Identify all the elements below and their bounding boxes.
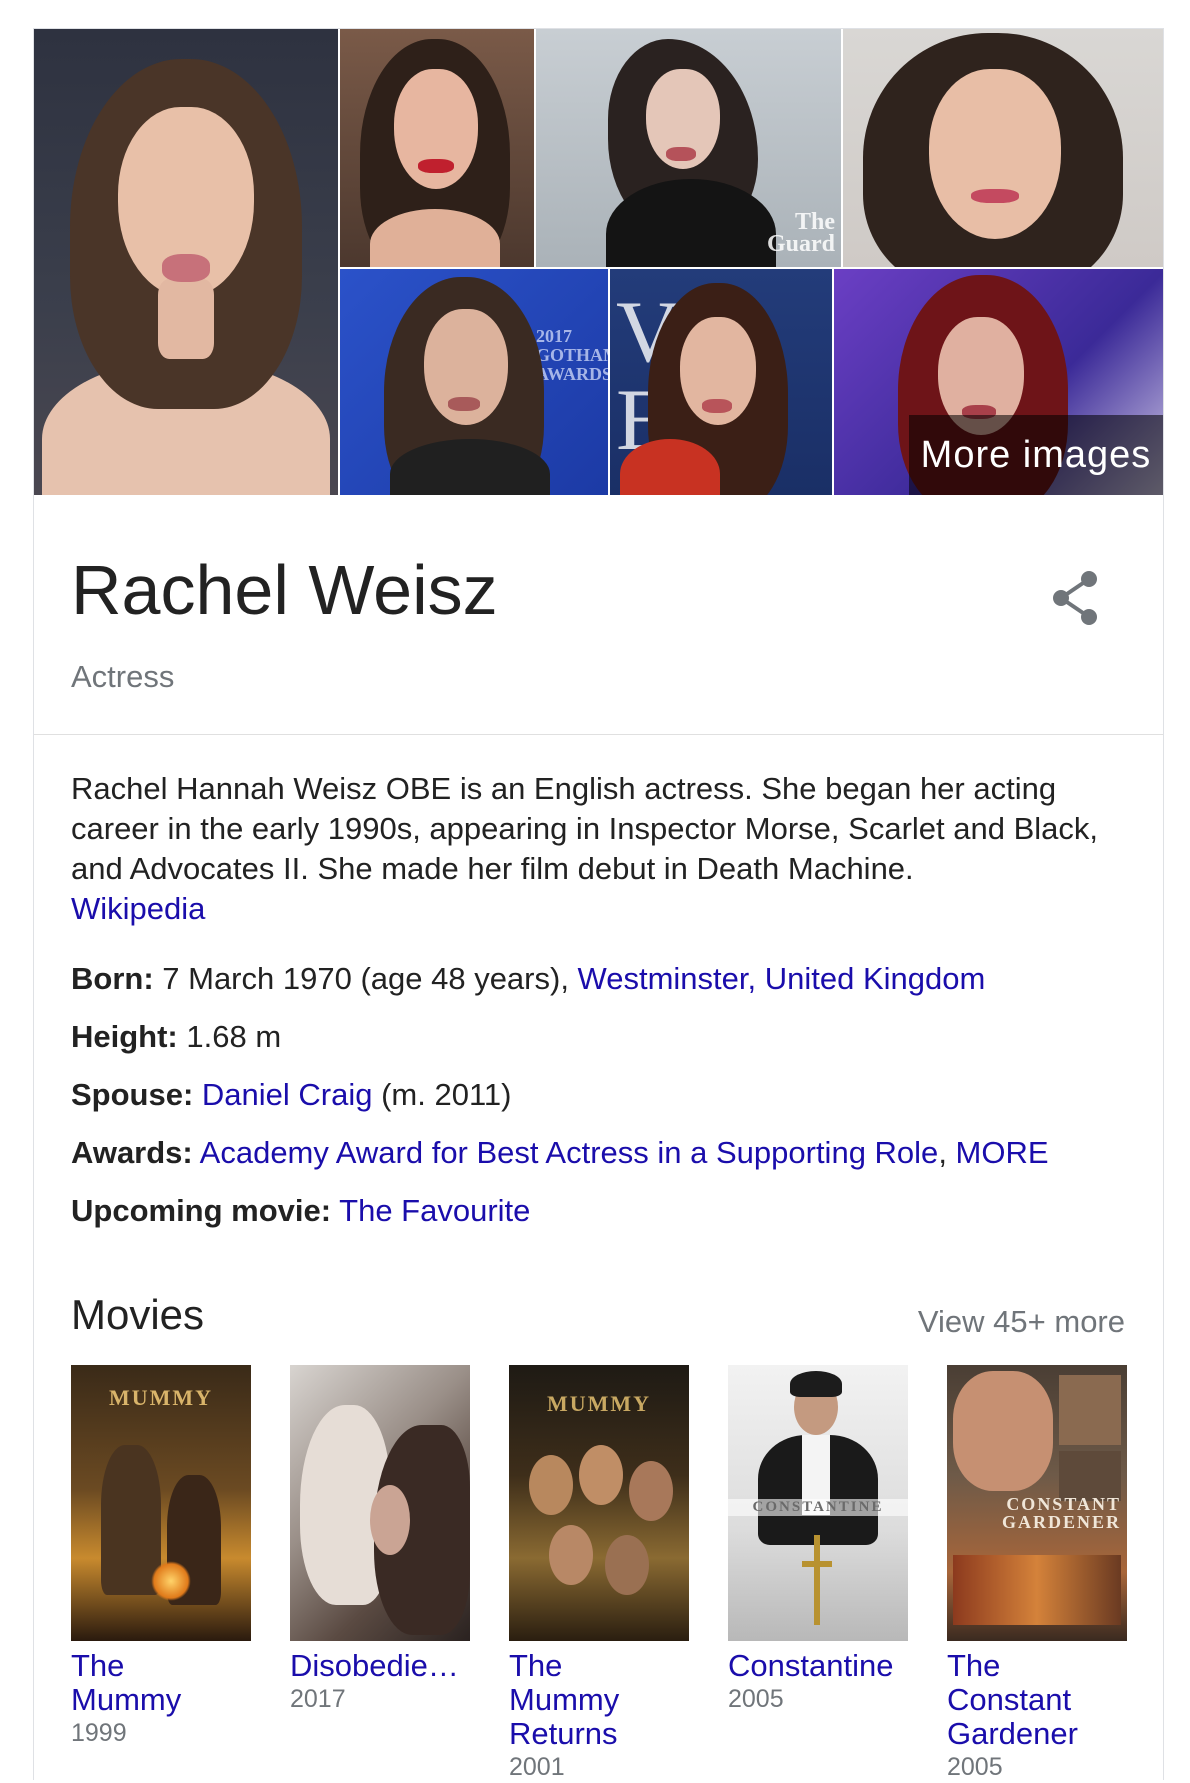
movie-title[interactable]: Constantine — [728, 1649, 908, 1683]
fact-spouse-detail: (m. 2011) — [372, 1077, 512, 1112]
fact-height-label: Height: — [71, 1019, 178, 1054]
movie-poster: CONSTANT GARDENER — [947, 1365, 1127, 1641]
share-icon — [1053, 571, 1097, 625]
award-link[interactable]: Academy Award for Best Actress in a Supp… — [200, 1135, 939, 1170]
movie-year: 2001 — [509, 1753, 565, 1781]
more-images-button[interactable]: More images — [909, 415, 1163, 495]
movie-title[interactable]: Disobedie… — [290, 1649, 470, 1683]
movie-year: 2017 — [290, 1685, 346, 1713]
movie-poster — [290, 1365, 470, 1641]
fact-born: Born: 7 March 1970 (age 48 years), Westm… — [71, 959, 1151, 1017]
movie-card[interactable]: CONSTANTINE Constantine 2005 — [728, 1365, 908, 1715]
photo-vogue-tile[interactable]: V E — [610, 269, 832, 495]
photo-smile-tile[interactable] — [843, 29, 1163, 267]
movie-poster: MUMMY — [71, 1365, 251, 1641]
fact-born-label: Born: — [71, 961, 154, 996]
spouse-link[interactable]: Daniel Craig — [202, 1077, 373, 1112]
facts-list: Born: 7 March 1970 (age 48 years), Westm… — [71, 959, 1151, 1249]
movie-year: 2005 — [728, 1685, 784, 1713]
fact-spouse: Spouse: Daniel Craig (m. 2011) — [71, 1075, 1151, 1133]
fact-height-value: 1.68 m — [177, 1019, 282, 1054]
movie-card[interactable]: Disobedie… 2017 — [290, 1365, 470, 1715]
entity-subtitle: Actress — [71, 659, 175, 694]
movie-title[interactable]: The Constant Gardener — [947, 1649, 1127, 1751]
movies-heading: Movies — [71, 1291, 205, 1338]
view-more-movies-link[interactable]: View 45+ more — [918, 1304, 1125, 1340]
movie-card[interactable]: CONSTANT GARDENER The Constant Gardener … — [947, 1365, 1127, 1783]
movie-year: 1999 — [71, 1719, 127, 1747]
entity-title: Rachel Weisz — [71, 551, 498, 629]
movie-year: 2005 — [947, 1753, 1003, 1781]
fact-born-value: 7 March 1970 (age 48 years), — [153, 961, 578, 996]
entity-header: Rachel Weisz Actress — [34, 495, 1163, 735]
movie-poster: MUMMY — [509, 1365, 689, 1641]
fact-upcoming-label: Upcoming movie: — [71, 1193, 332, 1228]
movie-card[interactable]: MUMMY The Mummy Returns 2001 — [509, 1365, 689, 1783]
fact-awards: Awards: Academy Award for Best Actress i… — [71, 1133, 1151, 1191]
share-button[interactable] — [1049, 569, 1101, 627]
awards-more-link[interactable]: MORE — [956, 1135, 1049, 1170]
image-mosaic: The Guard 2017 GOTHAM AWARDS V E — [34, 29, 1163, 495]
movie-title[interactable]: The Mummy — [71, 1649, 251, 1717]
guardian-logo: The Guard — [766, 209, 835, 257]
description-text: Rachel Hannah Weisz OBE is an English ac… — [71, 771, 1098, 886]
fact-spouse-label: Spouse: — [71, 1077, 194, 1112]
photo-red-lips-tile[interactable] — [340, 29, 534, 267]
photo-main-tile[interactable] — [34, 29, 338, 495]
fact-height: Height: 1.68 m — [71, 1017, 1151, 1075]
movie-title[interactable]: The Mummy Returns — [509, 1649, 689, 1751]
movie-poster: CONSTANTINE — [728, 1365, 908, 1641]
movie-card[interactable]: MUMMY The Mummy 1999 — [71, 1365, 251, 1749]
upcoming-movie-link[interactable]: The Favourite — [339, 1193, 530, 1228]
fact-awards-label: Awards: — [71, 1135, 193, 1170]
knowledge-panel: The Guard 2017 GOTHAM AWARDS V E — [33, 28, 1164, 1783]
birthplace-link[interactable]: Westminster, United Kingdom — [578, 961, 986, 996]
photo-red-hair-tile[interactable]: More images — [834, 269, 1163, 495]
photo-guardian-tile[interactable]: The Guard — [536, 29, 841, 267]
awards-separator: , — [938, 1135, 956, 1170]
photo-gotham-awards-tile[interactable]: 2017 GOTHAM AWARDS — [340, 269, 608, 495]
fact-upcoming-movie: Upcoming movie: The Favourite — [71, 1191, 1151, 1249]
gotham-awards-logo: 2017 GOTHAM AWARDS — [536, 326, 608, 384]
wikipedia-link[interactable]: Wikipedia — [71, 891, 205, 926]
entity-description: Rachel Hannah Weisz OBE is an English ac… — [71, 769, 1131, 929]
